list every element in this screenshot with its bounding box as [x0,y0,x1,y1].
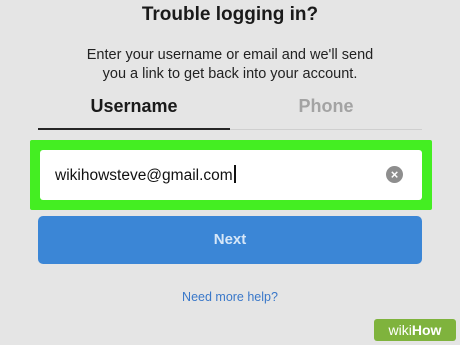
tab-phone[interactable]: Phone [230,96,422,117]
text-cursor [233,165,236,183]
next-button[interactable]: Next [38,216,422,264]
watermark-prefix: wiki [388,322,412,338]
page-title: Trouble logging in? [141,4,319,25]
instructions-line-1: Enter your username or email and we'll s… [86,47,374,63]
need-more-help-link[interactable]: Need more help? [0,290,460,304]
clear-icon[interactable]: × [386,166,403,183]
instructions-line-2: you a link to get back into your account… [102,66,358,82]
tab-phone-underline [230,129,422,130]
tab-username[interactable]: Username [38,96,230,117]
username-email-value[interactable]: wikihowsteve@gmail.com [55,165,236,185]
watermark-suffix: How [411,322,442,338]
username-email-text: wikihowsteve@gmail.com [55,167,233,184]
tab-username-underline [38,128,230,130]
wikihow-watermark: wikiHow [374,319,456,341]
username-email-field[interactable]: wikihowsteve@gmail.com × [40,150,422,200]
instructions-text: Enter your username or email and we'll s… [30,46,430,84]
